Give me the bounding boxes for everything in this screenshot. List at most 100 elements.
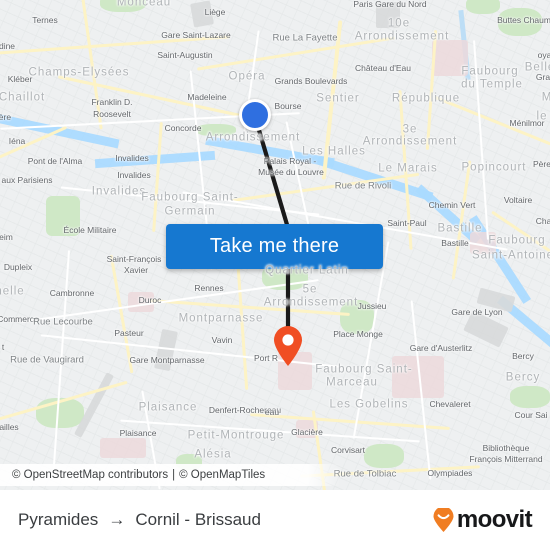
map-label: Corvisart: [330, 444, 366, 455]
attribution-separator: |: [172, 469, 176, 481]
map-label: Duroc: [138, 294, 162, 305]
map-label: Char: [535, 215, 550, 226]
map-label: Saint-Antoine: [471, 249, 550, 262]
map-label: Buttes Chaum: [497, 14, 550, 25]
map-label: Arrondissement: [362, 135, 458, 148]
map-label: Musée du Louvre: [258, 166, 324, 177]
map-label: dine: [0, 40, 16, 51]
map-label: Gare Montparnasse: [129, 354, 205, 365]
origin-marker[interactable]: [239, 99, 271, 131]
osm-attribution-link[interactable]: © OpenStreetMap contributors: [12, 469, 168, 481]
map-label: Liège: [204, 6, 226, 17]
map-label: Invalides: [117, 169, 151, 180]
map-label: Rue Lecourbe: [33, 316, 93, 328]
take-me-there-button[interactable]: Take me there: [166, 224, 383, 269]
map-label: M: [541, 91, 550, 104]
map-label: Sentier: [316, 92, 360, 105]
map-label: École Militaire: [63, 224, 117, 235]
map-label: Grands Boulevards: [274, 75, 348, 86]
map-label: Ternes: [32, 14, 58, 25]
destination-marker[interactable]: [272, 325, 304, 372]
map-label: Jussieu: [357, 300, 387, 311]
trip-destination-label: Cornil - Brissaud: [135, 510, 261, 529]
map-label: Gare Saint-Lazare: [161, 29, 231, 40]
map-label: Pasteur: [114, 327, 144, 338]
trip-summary: Pyramides → Cornil - Brissaud: [18, 510, 261, 530]
trip-origin-label: Pyramides: [18, 510, 99, 529]
map-label: Germain: [164, 205, 216, 218]
map-label: Bercy: [505, 371, 541, 384]
map-label: 3e: [402, 123, 418, 136]
map-label: Bibliothèque: [482, 442, 530, 453]
moovit-pin-icon: [433, 507, 454, 532]
map-label: Concorde: [164, 122, 202, 133]
map-label: République: [391, 92, 461, 105]
map-label: Arrondissement: [205, 131, 301, 144]
map-label: Arrondissement: [354, 30, 450, 43]
map-label: Faubourg Saint-: [315, 363, 413, 376]
map-label: Franklin D.: [91, 96, 133, 107]
map-screenshot: Take me there Ternes Liège Paris Gare du N…: [0, 0, 550, 550]
map-label: Faubourg: [461, 65, 519, 78]
map-label: Rennes: [194, 282, 224, 293]
map-label: Saint-François: [106, 253, 162, 264]
map-label: Plaisance: [119, 427, 157, 438]
map-label: Les Halles: [302, 145, 366, 158]
map-label: Plaisance: [138, 401, 198, 414]
openmaptiles-attribution-link[interactable]: © OpenMapTiles: [179, 469, 265, 481]
map-canvas[interactable]: Take me there Ternes Liège Paris Gare du N…: [0, 0, 550, 490]
map-label: Vavin: [211, 334, 233, 345]
map-label: Rue La Fayette: [272, 32, 338, 44]
map-label: Le Marais: [378, 162, 438, 175]
map-label: eau: [264, 406, 280, 417]
map-label: Quartier Latin: [265, 264, 349, 277]
map-label: Cour Sai: [514, 409, 548, 420]
map-label: Cambronne: [49, 287, 95, 298]
map-label: Bercy: [512, 350, 534, 361]
map-label: Petit-Montrouge: [187, 429, 285, 442]
map-label: Iéna: [8, 135, 26, 146]
map-label: Port R: [253, 352, 279, 363]
map-label: aux Parisiens: [1, 174, 53, 185]
map-label: Dupleix: [3, 261, 33, 272]
map-label: Les Gobelins: [329, 398, 409, 411]
map-label: ière: [0, 111, 12, 122]
map-label: Monceau: [116, 0, 172, 9]
map-label: Rue de Rivoli: [334, 180, 392, 192]
map-label: Chemin Vert: [428, 199, 476, 210]
map-label: t: [1, 341, 5, 352]
map-label: Saint-Augustin: [157, 49, 213, 60]
map-label: Invalides: [91, 185, 147, 198]
map-label: Pont de l'Alma: [27, 155, 83, 166]
map-label: Bastille: [437, 222, 483, 235]
map-label: Château d'Eau: [355, 62, 411, 73]
map-label: Marceau: [326, 376, 378, 389]
map-label: Rue de Vaugirard: [10, 354, 84, 366]
map-label: Champs-Elysées: [28, 66, 130, 79]
map-label: Saint-Paul: [387, 217, 427, 228]
arrow-right-icon: →: [108, 510, 126, 529]
map-label: Glacière: [291, 426, 323, 437]
moovit-logo[interactable]: moovit: [431, 506, 533, 534]
map-label: Opéra: [228, 70, 266, 83]
map-label: eim: [0, 231, 13, 242]
map-label: 10e: [387, 17, 411, 30]
footer-bar: Pyramides → Cornil - Brissaud moovit: [0, 490, 550, 550]
map-label: Arrondissement: [263, 296, 359, 309]
map-attribution: © OpenStreetMap contributors | © OpenMapTi…: [0, 464, 550, 486]
map-label: Place Monge: [333, 328, 383, 339]
map-label: François Mitterrand: [469, 453, 543, 464]
map-label: 5e: [302, 283, 318, 296]
map-label: nelle: [0, 285, 25, 298]
map-label: du Temple: [461, 78, 523, 91]
map-label: Chaillot: [0, 91, 46, 104]
map-label: ailles: [0, 421, 19, 432]
map-label: Popincourt: [461, 161, 527, 174]
map-label: Palais Royal -: [263, 155, 317, 166]
map-label: Bourse: [274, 100, 302, 111]
map-label: le: [536, 110, 548, 123]
map-label: Madeleine: [187, 91, 227, 102]
map-label: oyal -: [537, 49, 550, 60]
map-label: Faubourg Saint-: [141, 191, 239, 204]
map-label: Roosevelt: [93, 108, 131, 119]
